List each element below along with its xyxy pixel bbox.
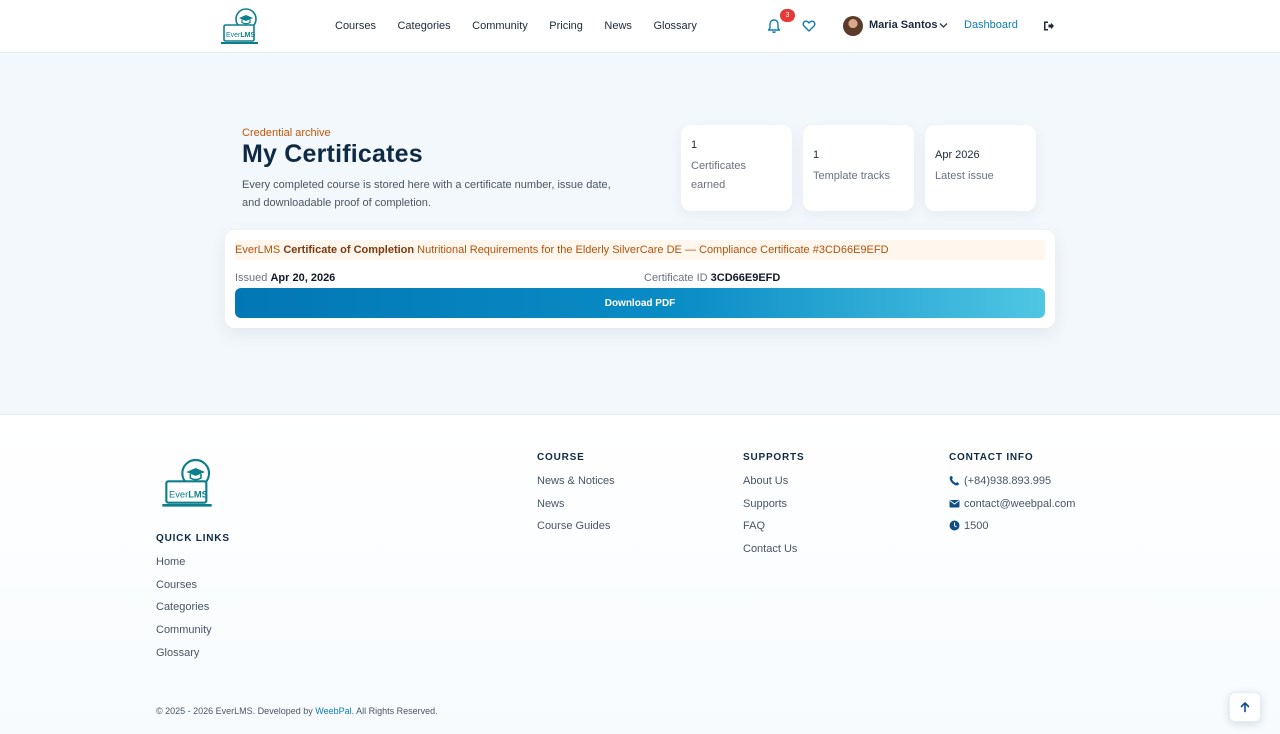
footer-link-categories[interactable]: Categories bbox=[156, 600, 212, 623]
heart-icon[interactable] bbox=[802, 19, 816, 33]
bell-icon[interactable] bbox=[767, 18, 781, 34]
stat-card-latest: Apr 2026 Latest issue bbox=[925, 125, 1036, 211]
stat-value: Apr 2026 bbox=[935, 149, 980, 161]
dashboard-link[interactable]: Dashboard bbox=[964, 19, 1018, 31]
arrow-up-icon bbox=[1240, 702, 1250, 713]
footer-link-contact[interactable]: Contact Us bbox=[743, 542, 797, 565]
nav-glossary[interactable]: Glossary bbox=[653, 19, 696, 33]
download-pdf-button[interactable]: Download PDF bbox=[235, 288, 1045, 318]
issued-date: Apr 20, 2026 bbox=[270, 272, 336, 284]
contact-phone[interactable]: (+84)938.893.995 bbox=[949, 474, 1075, 497]
site-header: EverLMS Courses Categories Community Pri… bbox=[0, 0, 1280, 53]
nav-pricing[interactable]: Pricing bbox=[549, 19, 583, 33]
contact-hours-text: 1500 bbox=[964, 520, 989, 533]
notification-badge: 3 bbox=[780, 9, 795, 22]
main-nav: Courses Categories Community Pricing New… bbox=[335, 19, 718, 33]
issued-info: Issued Apr 20, 2026 bbox=[235, 272, 335, 284]
contact-hours: 1500 bbox=[949, 519, 1075, 542]
user-name[interactable]: Maria Santos bbox=[869, 19, 937, 31]
contact-email[interactable]: contact@weebpal.com bbox=[949, 497, 1075, 520]
copyright-suffix: . All Rights Reserved. bbox=[351, 706, 438, 716]
footer-link-community[interactable]: Community bbox=[156, 623, 212, 646]
phone-icon bbox=[949, 475, 960, 486]
contact-list: (+84)938.893.995 contact@weebpal.com 150… bbox=[949, 474, 1075, 542]
contact-heading: CONTACT INFO bbox=[949, 452, 1034, 463]
footer-link-glossary[interactable]: Glossary bbox=[156, 646, 212, 669]
footer-link-news[interactable]: News bbox=[537, 497, 615, 520]
certificate-course: Nutritional Requirements for the Elderly… bbox=[417, 244, 889, 256]
stat-card-certificates: 1 Certificates earned bbox=[681, 125, 792, 211]
chevron-down-icon[interactable] bbox=[939, 22, 948, 29]
svg-text:EverLMS: EverLMS bbox=[226, 32, 256, 39]
stat-label: Latest issue bbox=[935, 170, 994, 182]
certificate-brand: EverLMS bbox=[235, 244, 281, 256]
avatar[interactable] bbox=[843, 16, 863, 36]
copyright-prefix: © 2025 - 2026 EverLMS. Developed by bbox=[156, 706, 313, 716]
course-heading: COURSE bbox=[537, 452, 585, 463]
stat-label: Certificates earned bbox=[691, 160, 747, 191]
everlms-logo-icon[interactable]: EverLMS bbox=[161, 457, 217, 511]
page-description: Every completed course is stored here wi… bbox=[242, 179, 611, 209]
nav-courses[interactable]: Courses bbox=[335, 19, 376, 33]
certificate-id-info: Certificate ID 3CD66E9EFD bbox=[644, 272, 780, 284]
footer-link-news-notices[interactable]: News & Notices bbox=[537, 474, 615, 497]
clock-icon bbox=[949, 520, 960, 531]
stat-value: 1 bbox=[691, 139, 698, 151]
nav-categories[interactable]: Categories bbox=[397, 19, 450, 33]
issued-label: Issued bbox=[235, 272, 268, 284]
course-links-list: News & Notices News Course Guides bbox=[537, 474, 615, 542]
stat-card-templates: 1 Template tracks bbox=[803, 125, 914, 211]
quick-links-heading: QUICK LINKS bbox=[156, 533, 230, 544]
footer-link-about[interactable]: About Us bbox=[743, 474, 797, 497]
footer-link-supports[interactable]: Supports bbox=[743, 497, 797, 520]
stat-label: Template tracks bbox=[813, 170, 891, 182]
supports-links-list: About Us Supports FAQ Contact Us bbox=[743, 474, 797, 565]
everlms-logo-icon[interactable]: EverLMS bbox=[220, 7, 262, 47]
back-to-top-button[interactable] bbox=[1229, 692, 1261, 722]
certificate-title: EverLMS Certificate of Completion Nutrit… bbox=[235, 240, 1045, 260]
supports-heading: SUPPORTS bbox=[743, 452, 805, 463]
contact-phone-text: (+84)938.893.995 bbox=[964, 475, 1052, 487]
copyright-text: © 2025 - 2026 EverLMS. Developed by Weeb… bbox=[156, 706, 438, 716]
nav-community[interactable]: Community bbox=[472, 19, 528, 33]
logout-icon[interactable] bbox=[1043, 20, 1055, 32]
svg-text:EverLMS: EverLMS bbox=[169, 489, 208, 499]
site-footer: EverLMS QUICK LINKS Home Courses Categor… bbox=[0, 414, 1280, 734]
nav-news[interactable]: News bbox=[604, 19, 632, 33]
certificate-type: Certificate of Completion bbox=[283, 244, 415, 256]
eyebrow-label: Credential archive bbox=[242, 127, 331, 139]
page-title: My Certificates bbox=[242, 140, 423, 168]
developer-link[interactable]: WeebPal bbox=[315, 706, 351, 716]
stat-value: 1 bbox=[813, 149, 820, 161]
contact-email-text: contact@weebpal.com bbox=[964, 497, 1076, 510]
footer-link-home[interactable]: Home bbox=[156, 555, 212, 578]
footer-link-course-guides[interactable]: Course Guides bbox=[537, 519, 615, 542]
envelope-icon bbox=[949, 499, 960, 508]
quick-links-list: Home Courses Categories Community Glossa… bbox=[156, 555, 212, 668]
certificate-id-value: 3CD66E9EFD bbox=[710, 272, 781, 284]
footer-link-faq[interactable]: FAQ bbox=[743, 519, 797, 542]
certificate-id-label: Certificate ID bbox=[644, 272, 708, 284]
footer-link-courses[interactable]: Courses bbox=[156, 578, 212, 601]
certificate-card: EverLMS Certificate of Completion Nutrit… bbox=[225, 230, 1055, 328]
